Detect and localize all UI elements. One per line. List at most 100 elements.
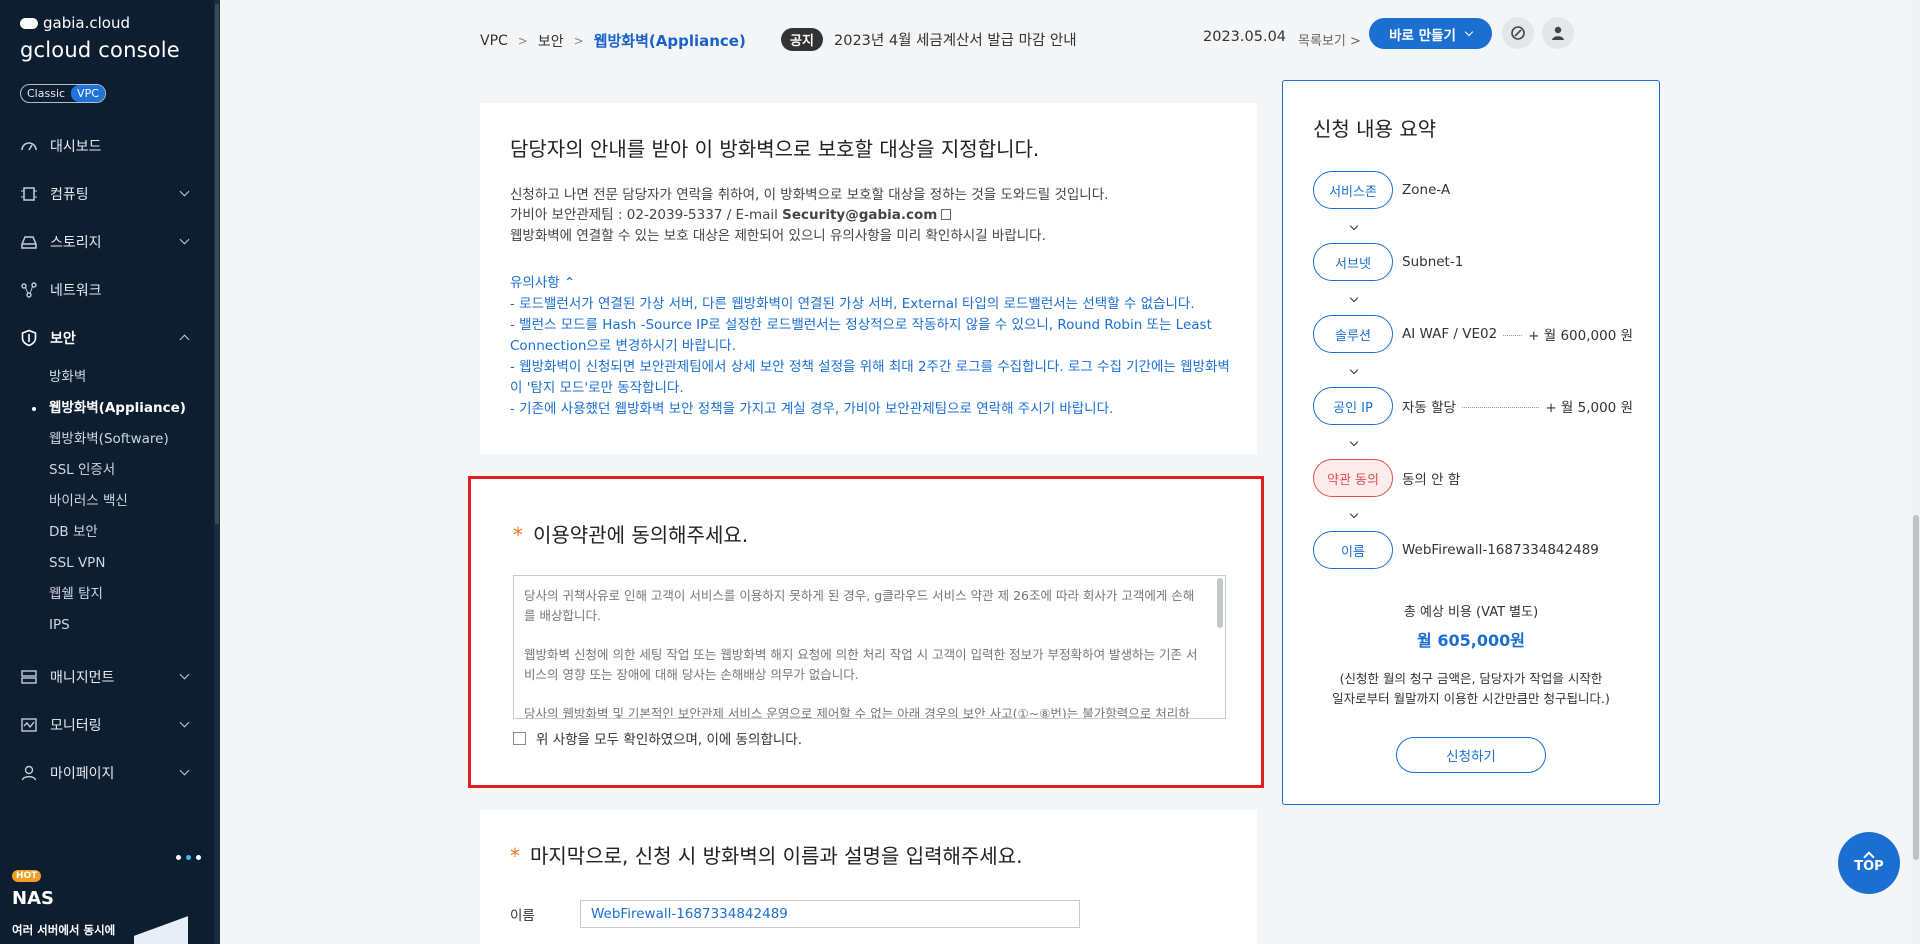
sub-item-firewall[interactable]: 방화벽: [49, 362, 214, 393]
name-label: 이름: [510, 908, 535, 924]
breadcrumb-security[interactable]: 보안: [538, 31, 564, 51]
carousel-dots[interactable]: [176, 855, 201, 860]
summary-value: WebFirewall-1687334842489: [1402, 542, 1599, 558]
scrollbar-thumb[interactable]: [1913, 515, 1919, 860]
notice-date: 2023.05.04: [1203, 29, 1287, 45]
summary-pill[interactable]: 공인 IP: [1313, 387, 1393, 425]
network-icon: [20, 281, 38, 299]
brand-logo[interactable]: gabia.cloud: [20, 14, 130, 32]
toggle-vpc[interactable]: VPC: [71, 85, 105, 102]
sidebar-nav: 대시보드 컴퓨팅 스토리지 네트워크 보안 방화벽 웹방화벽(Appliance…: [0, 122, 214, 797]
chat-button[interactable]: [1502, 17, 1534, 49]
sidebar-item-security[interactable]: 보안: [0, 314, 214, 362]
toggle-classic[interactable]: Classic: [21, 85, 71, 102]
sub-item-webshell[interactable]: 웹쉘 탐지: [49, 579, 214, 610]
terms-agreement-section: * 이용약관에 동의해주세요. 당사의 귀책사유로 인해 고객이 서비스를 이용하…: [468, 476, 1264, 788]
agree-row[interactable]: 위 사항을 모두 확인하였으며, 이에 동의합니다.: [513, 728, 802, 748]
terms-scrollbar[interactable]: [1217, 578, 1223, 628]
sub-item-db-security[interactable]: DB 보안: [49, 517, 214, 548]
apply-button[interactable]: 신청하기: [1396, 737, 1546, 773]
carousel-dot[interactable]: [186, 855, 191, 860]
breadcrumb-vpc[interactable]: VPC: [480, 33, 508, 49]
sidebar: gabia.cloud gcloud console Classic VPC 대…: [0, 0, 220, 944]
summary-value: AI WAF / VE02: [1402, 326, 1498, 342]
summary-row-terms: 약관 동의 동의 안 함: [1313, 459, 1633, 497]
page-scrollbar[interactable]: [1912, 0, 1920, 944]
chevron-down-icon: [179, 669, 190, 680]
sidebar-item-storage[interactable]: 스토리지: [0, 218, 214, 266]
breadcrumb: VPC > 보안 > 웹방화벽(Appliance): [480, 30, 746, 51]
sidebar-item-management[interactable]: 매니지먼트: [0, 653, 214, 701]
summary-value: 자동 할당: [1402, 400, 1456, 416]
summary-pill[interactable]: 이름: [1313, 531, 1393, 569]
profile-button[interactable]: [1542, 17, 1574, 49]
chevron-down-icon: [179, 186, 190, 197]
summary-value: 동의 안 함: [1402, 472, 1461, 488]
caution-2: - 밸런스 모드를 Hash -Source IP로 설정한 로드밸런서는 정상…: [510, 317, 1212, 354]
sub-item-antivirus[interactable]: 바이러스 백신: [49, 486, 214, 517]
summary-pill[interactable]: 약관 동의: [1313, 459, 1393, 497]
agree-checkbox[interactable]: [513, 731, 526, 745]
summary-pill[interactable]: 솔루션: [1313, 315, 1393, 353]
caution-toggle[interactable]: 유의사항 ⌃: [510, 273, 575, 294]
sidebar-item-label: 매니지먼트: [50, 670, 115, 686]
notice-badge: 공지: [781, 28, 823, 51]
summary-title: 신청 내용 요약: [1313, 117, 1437, 141]
section-title: * 마지막으로, 신청 시 방화벽의 이름과 설명을 입력해주세요.: [510, 840, 1022, 869]
chevron-down-icon: [179, 765, 190, 776]
total-cost-label: 총 예상 비용 (VAT 별도): [1403, 605, 1539, 620]
summary-pill[interactable]: 서비스존: [1313, 171, 1393, 209]
notice-title[interactable]: 2023년 4월 세금계산서 발급 마감 안내: [834, 29, 1077, 50]
sidebar-item-network[interactable]: 네트워크: [0, 266, 214, 314]
summary-value: Zone-A: [1402, 182, 1451, 198]
notice-list-link[interactable]: 목록보기 >: [1298, 30, 1361, 49]
brand-top-text: gabia.cloud: [43, 14, 130, 32]
sub-item-waf-appliance[interactable]: 웹방화벽(Appliance): [32, 393, 214, 424]
classic-vpc-toggle[interactable]: Classic VPC: [20, 84, 106, 103]
sidebar-item-label: 컴퓨팅: [50, 187, 89, 203]
section-title: * 이용약관에 동의해주세요.: [513, 519, 748, 548]
sidebar-item-label: 마이페이지: [50, 766, 115, 782]
summary-pill[interactable]: 서브넷: [1313, 243, 1393, 281]
chevron-down-icon: [179, 717, 190, 728]
sub-item-ssl-vpn[interactable]: SSL VPN: [49, 548, 214, 579]
chevron-down-icon: [1349, 221, 1359, 231]
quick-create-button[interactable]: 바로 만들기: [1369, 18, 1492, 49]
agree-label[interactable]: 위 사항을 모두 확인하였으며, 이에 동의합니다.: [536, 728, 802, 748]
sub-item-ssl-cert[interactable]: SSL 인증서: [49, 455, 214, 486]
sidebar-item-mypage[interactable]: 마이페이지: [0, 749, 214, 797]
sub-item-waf-software[interactable]: 웹방화벽(Software): [49, 424, 214, 455]
scroll-top-button[interactable]: TOP: [1838, 832, 1900, 894]
carousel-dot[interactable]: [196, 855, 201, 860]
sub-item-ips[interactable]: IPS: [49, 610, 214, 641]
caution-3: - 웹방화벽이 신청되면 보안관제팀에서 상세 보안 정책 설정을 위해 최대 …: [510, 359, 1230, 396]
name-section-title: 마지막으로, 신청 시 방화벽의 이름과 설명을 입력해주세요.: [530, 844, 1023, 868]
summary-row-zone: 서비스존 Zone-A: [1313, 171, 1633, 209]
promo-title[interactable]: NAS: [12, 888, 54, 909]
chat-icon: [1511, 26, 1525, 40]
summary-panel: 신청 내용 요약 서비스존 Zone-A 서브넷 Subnet-1 솔루션 AI…: [1282, 80, 1660, 805]
brand-title[interactable]: gcloud console: [20, 38, 180, 62]
cpu-icon: [20, 185, 38, 203]
terms-paragraph: 웹방화벽 신청에 의한 세팅 작업 또는 웹방화벽 해지 요청에 의한 처리 작…: [524, 647, 1198, 682]
terms-paragraph: 당사의 귀책사유로 인해 고객이 서비스를 이용하지 못하게 된 경우, g클라…: [524, 588, 1195, 623]
carousel-dot[interactable]: [176, 855, 181, 860]
copy-icon[interactable]: [941, 209, 952, 220]
sidebar-item-monitoring[interactable]: 모니터링: [0, 701, 214, 749]
sidebar-item-label: 네트워크: [50, 283, 102, 299]
name-section: * 마지막으로, 신청 시 방화벽의 이름과 설명을 입력해주세요. 이름 Web…: [480, 810, 1257, 944]
caution-title: 유의사항: [510, 275, 560, 291]
sidebar-item-label: 대시보드: [50, 139, 102, 155]
quick-create-label: 바로 만들기: [1389, 27, 1456, 44]
billing-note-line: (신청한 월의 청구 금액은, 담당자가 작업을 시작한: [1339, 671, 1603, 686]
storage-icon: [20, 233, 38, 251]
summary-row-name: 이름 WebFirewall-1687334842489: [1313, 531, 1633, 569]
name-input[interactable]: WebFirewall-1687334842489: [580, 900, 1080, 928]
chevron-down-icon: [1349, 437, 1359, 447]
terms-textbox[interactable]: 당사의 귀책사유로 인해 고객이 서비스를 이용하지 못하게 된 경우, g클라…: [513, 575, 1226, 719]
scrollbar-thumb[interactable]: [215, 4, 219, 524]
sidebar-item-computing[interactable]: 컴퓨팅: [0, 170, 214, 218]
sidebar-item-dashboard[interactable]: 대시보드: [0, 122, 214, 170]
promo-subtitle: 여러 서버에서 동시에: [12, 923, 116, 937]
sidebar-scrollbar[interactable]: [214, 0, 220, 944]
